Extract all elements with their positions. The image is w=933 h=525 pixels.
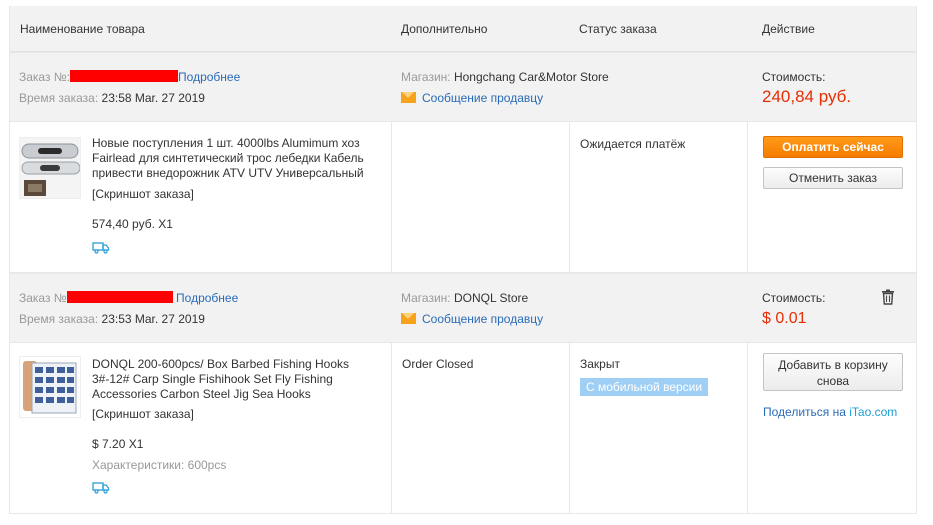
message-seller-link[interactable]: Сообщение продавцу (422, 312, 543, 326)
order-time-value: 23:58 Mar. 27 2019 (101, 91, 205, 105)
share-link-label[interactable]: Поделиться на (763, 405, 849, 419)
order-number-row: Заказ № Подробнее (19, 291, 238, 305)
order-header: Заказ № Подробнее Время заказа: 23:53 Ma… (10, 273, 916, 342)
order-status: Ожидается платёж (580, 137, 686, 151)
store-label: Магазин: (401, 291, 451, 305)
order-time-row: Время заказа: 23:53 Mar. 27 2019 (19, 312, 205, 326)
redacted-order-number (66, 291, 173, 303)
add-to-cart-again-button[interactable]: Добавить в корзину снова (763, 353, 903, 391)
product-thumbnail[interactable] (19, 356, 81, 418)
order-header: Заказ №: Подробнее Время заказа: 23:58 Ma… (10, 52, 916, 121)
unit-price: $ 7.20 X1 (92, 437, 144, 451)
envelope-icon (401, 92, 416, 103)
order-time-label: Время заказа: (19, 91, 99, 105)
order-number-row: Заказ №: Подробнее (19, 70, 240, 84)
product-title[interactable]: DONQL 200-600pcs/ Box Barbed Fishing Hoo… (92, 357, 384, 402)
column-header-extra: Дополнительно (401, 22, 488, 36)
redacted-order-number (70, 70, 179, 82)
order-extra-info: Order Closed (402, 357, 474, 371)
trash-icon[interactable] (881, 289, 895, 305)
share-row: Поделиться на iTao.com (763, 405, 897, 419)
store-row: Магазин: DONQL Store (401, 291, 528, 305)
product-title[interactable]: Новые поступления 1 шт. 4000lbs Alumimum… (92, 136, 384, 181)
order-snapshot-link[interactable]: [Скриншот заказа] (92, 187, 194, 201)
product-thumbnail[interactable] (19, 137, 81, 199)
fishing-hooks-box-photo (20, 357, 80, 417)
pay-now-button[interactable]: Оплатить сейчас (763, 136, 903, 158)
store-name[interactable]: Hongchang Car&Motor Store (454, 70, 609, 84)
order-snapshot-link[interactable]: [Скриншот заказа] (92, 407, 194, 421)
orders-table: Наименование товара Дополнительно Статус… (9, 6, 917, 514)
order-total: 240,84 руб. (762, 87, 852, 106)
order-time-value: 23:53 Mar. 27 2019 (101, 312, 205, 326)
truck-icon (92, 242, 110, 254)
order-item-row: Новые поступления 1 шт. 4000lbs Alumimum… (10, 121, 916, 273)
column-header-action: Действие (762, 22, 815, 36)
store-row: Магазин: Hongchang Car&Motor Store (401, 70, 609, 84)
order-item-row: DONQL 200-600pcs/ Box Barbed Fishing Hoo… (10, 342, 916, 514)
message-seller-link[interactable]: Сообщение продавцу (422, 91, 543, 105)
order-number-label: Заказ №: (19, 70, 71, 84)
winch-fairlead-photo (20, 138, 80, 198)
table-header: Наименование товара Дополнительно Статус… (10, 6, 916, 52)
order-details-link[interactable]: Подробнее (178, 70, 240, 84)
store-name[interactable]: DONQL Store (454, 291, 528, 305)
order-details-link[interactable]: Подробнее (176, 291, 238, 305)
message-seller-row[interactable]: Сообщение продавцу (401, 312, 543, 326)
product-characteristics: Характеристики: 600pcs (92, 458, 227, 472)
cost-label: Стоимость: (762, 70, 826, 84)
order-total: $ 0.01 (762, 310, 807, 327)
column-header-product: Наименование товара (20, 22, 145, 36)
store-label: Магазин: (401, 70, 451, 84)
unit-price: 574,40 руб. X1 (92, 217, 173, 231)
cost-label: Стоимость: (762, 291, 826, 305)
mobile-version-badge: С мобильной версии (580, 378, 709, 396)
truck-icon (92, 482, 110, 494)
order-time-row: Время заказа: 23:58 Mar. 27 2019 (19, 91, 205, 105)
order-status: Закрыт (580, 357, 620, 371)
order-number-label: Заказ № (19, 291, 67, 305)
column-header-status: Статус заказа (579, 22, 657, 36)
message-seller-row[interactable]: Сообщение продавцу (401, 91, 543, 105)
envelope-icon (401, 313, 416, 324)
order-time-label: Время заказа: (19, 312, 99, 326)
itao-link[interactable]: iTao.com (849, 405, 897, 419)
cancel-order-button[interactable]: Отменить заказ (763, 167, 903, 189)
